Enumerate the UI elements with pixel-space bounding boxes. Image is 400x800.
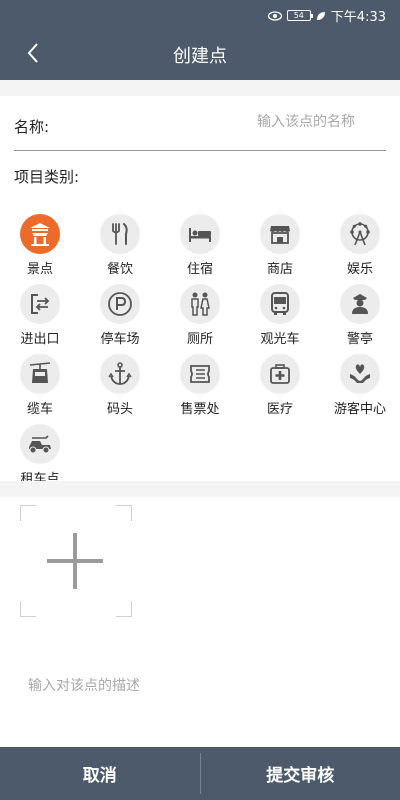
- page-title: 创建点: [173, 46, 227, 67]
- category-medical[interactable]: 医疗: [240, 354, 320, 420]
- category-dining[interactable]: 餐饮: [80, 214, 160, 280]
- category-icon-bg: [340, 284, 380, 324]
- category-label: 餐饮: [106, 262, 133, 277]
- category-icon-bg: [20, 424, 60, 464]
- category-ticket-office[interactable]: 售票处: [160, 354, 240, 420]
- category-icon-bg: [100, 214, 140, 254]
- category-label: 售票处: [180, 402, 220, 417]
- category-label: 停车场: [100, 332, 140, 347]
- category-label: 项目类别:: [14, 168, 80, 186]
- section-divider: [0, 80, 400, 96]
- category-label: 游客中心: [333, 402, 386, 417]
- category-icon-bg: [260, 354, 300, 394]
- bottom-action-bar: 取消 提交审核: [0, 747, 400, 800]
- category-entertainment[interactable]: 娱乐: [320, 214, 400, 280]
- pavilion-icon: [30, 223, 50, 246]
- category-lodging[interactable]: 住宿: [160, 214, 240, 280]
- add-photo-button[interactable]: [20, 505, 132, 617]
- category-label: 缆车: [26, 402, 53, 417]
- category-icon-bg: [180, 284, 220, 324]
- category-label: 住宿: [186, 262, 213, 277]
- category-icon-bg: [100, 284, 140, 324]
- cable-car-icon: [29, 362, 51, 383]
- ticket-icon: [190, 365, 210, 383]
- category-label: 厕所: [186, 332, 213, 347]
- category-label: 观光车: [260, 332, 300, 347]
- name-underline: [14, 150, 386, 151]
- frame-corner: [20, 601, 36, 617]
- category-label: 码头: [106, 402, 133, 417]
- category-label: 娱乐: [346, 262, 373, 277]
- fork-knife-icon: [112, 223, 128, 245]
- category-toilet[interactable]: 厕所: [160, 284, 240, 350]
- category-label: 医疗: [266, 402, 293, 417]
- status-time: 下午4:33: [330, 10, 386, 25]
- bed-icon: [189, 228, 211, 242]
- category-entrance-exit[interactable]: 进出口: [0, 284, 80, 350]
- description-input[interactable]: [28, 672, 368, 700]
- entrance-exit-icon: [31, 294, 50, 314]
- category-icon-bg: [180, 354, 220, 394]
- submit-review-button[interactable]: 提交审核: [201, 747, 400, 800]
- category-parking[interactable]: 停车场: [80, 284, 160, 350]
- category-shop[interactable]: 商店: [240, 214, 320, 280]
- toilet-icon: [191, 292, 210, 316]
- bus-icon: [271, 292, 289, 315]
- section-divider: [0, 481, 400, 497]
- category-label: 进出口: [20, 332, 60, 347]
- category-sightseeing-bus[interactable]: 观光车: [240, 284, 320, 350]
- rental-cart-icon: [29, 435, 51, 454]
- category-cable-car[interactable]: 缆车: [0, 354, 80, 420]
- plus-icon: [73, 533, 77, 589]
- medical-kit-icon: [270, 364, 290, 384]
- frame-corner: [116, 505, 132, 521]
- ferris-wheel-icon: [350, 222, 370, 246]
- parking-icon: [108, 292, 132, 316]
- category-scenic-spot[interactable]: 景点: [0, 214, 80, 280]
- category-label: 警亭: [346, 332, 373, 347]
- category-icon-bg: [340, 214, 380, 254]
- anchor-icon: [108, 362, 132, 385]
- category-label: 景点: [26, 262, 53, 277]
- cancel-button[interactable]: 取消: [0, 747, 200, 800]
- frame-corner: [116, 601, 132, 617]
- status-bar: 54 下午4:33: [0, 0, 400, 28]
- eye-icon: [267, 10, 282, 21]
- frame-corner: [20, 505, 36, 521]
- category-icon-bg: [20, 284, 60, 324]
- shop-icon: [270, 226, 290, 244]
- category-visitor-center[interactable]: 游客中心: [320, 354, 400, 420]
- category-icon-bg: [260, 284, 300, 324]
- leaf-icon: [316, 11, 325, 20]
- name-input[interactable]: [120, 108, 355, 136]
- name-label: 名称:: [14, 118, 50, 136]
- battery-icon: 54: [286, 10, 313, 21]
- header-bar: 54 下午4:33 创建点: [0, 0, 400, 80]
- category-icon-bg: [340, 354, 380, 394]
- category-icon-bg: [20, 214, 60, 254]
- category-icon-bg: [20, 354, 60, 394]
- visitor-center-icon: [350, 364, 370, 383]
- category-label: 商店: [266, 262, 293, 277]
- category-icon-bg: [180, 214, 220, 254]
- category-dock[interactable]: 码头: [80, 354, 160, 420]
- police-icon: [352, 294, 368, 314]
- category-icon-bg: [100, 354, 140, 394]
- category-icon-bg: [260, 214, 300, 254]
- category-police-booth[interactable]: 警亭: [320, 284, 400, 350]
